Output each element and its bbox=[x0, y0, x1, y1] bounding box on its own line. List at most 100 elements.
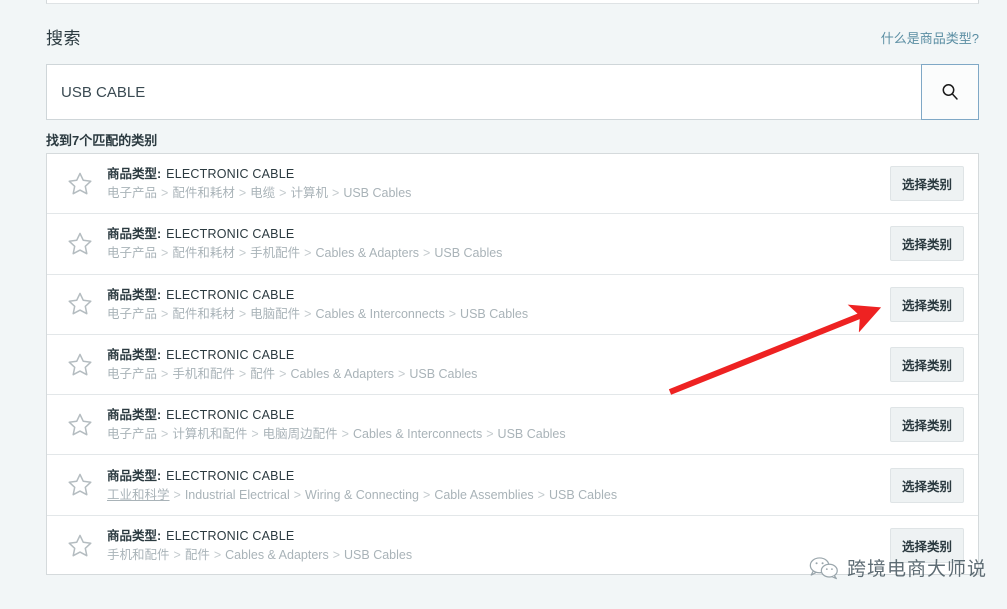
result-row-text: 商品类型: ELECTRONIC CABLE 电子产品 > 计算机和配件 > 电脑周边配件 >… bbox=[107, 407, 890, 442]
breadcrumb-separator: > bbox=[423, 487, 431, 502]
product-type-label: 商品类型: bbox=[107, 408, 162, 423]
product-type-value: ELECTRONIC CABLE bbox=[166, 529, 295, 544]
product-type-label: 商品类型: bbox=[107, 167, 162, 182]
star-outline-icon[interactable] bbox=[65, 531, 95, 561]
select-category-button[interactable]: 选择类别 bbox=[889, 226, 964, 262]
breadcrumb: 电子产品 > 配件和耗材 > 电缆 > 计算机 > USB Cables bbox=[107, 185, 890, 201]
breadcrumb: 手机和配件 > 配件 > Cables & Adapters > USB Cables bbox=[107, 547, 890, 563]
breadcrumb-separator: > bbox=[213, 548, 222, 563]
breadcrumb-item: USB Cables bbox=[548, 487, 618, 502]
breadcrumb-separator: > bbox=[161, 246, 169, 261]
breadcrumb-item: USB Cables bbox=[343, 186, 412, 201]
result-row[interactable]: 商品类型: ELECTRONIC CABLE 电子产品 > 配件和耗材 > 电缆 > 计算机 > U… bbox=[47, 154, 978, 215]
breadcrumb-separator: > bbox=[537, 487, 545, 502]
breadcrumb-separator: > bbox=[251, 427, 259, 442]
results-panel: 商品类型: ELECTRONIC CABLE 电子产品 > 配件和耗材 > 电缆 > 计算机 > U… bbox=[46, 153, 979, 575]
page-root: 搜索 什么是商品类型? 找到7个匹配的类别 商品类型: ELECTRONIC CA… bbox=[0, 0, 1007, 609]
breadcrumb-item: 电子产品 bbox=[107, 427, 158, 442]
star-outline-icon[interactable] bbox=[65, 229, 95, 259]
product-type-label: 商品类型: bbox=[107, 348, 162, 363]
select-category-button[interactable]: 选择类别 bbox=[889, 166, 964, 202]
breadcrumb-item: USB Cables bbox=[460, 306, 529, 321]
star-outline-icon[interactable] bbox=[65, 350, 95, 380]
breadcrumb-separator: > bbox=[332, 186, 340, 201]
breadcrumb-item: 手机和配件 bbox=[172, 367, 235, 382]
select-category-button[interactable]: 选择类别 bbox=[889, 347, 964, 383]
star-outline-icon[interactable] bbox=[65, 289, 95, 319]
breadcrumb-item: Wiring & Connecting bbox=[305, 487, 419, 502]
breadcrumb-item: 配件 bbox=[250, 367, 276, 382]
breadcrumb-item: 电缆 bbox=[250, 186, 276, 201]
star-outline-icon[interactable] bbox=[65, 470, 95, 500]
what-is-product-type-link[interactable]: 什么是商品类型? bbox=[881, 28, 979, 47]
search-bar bbox=[46, 64, 979, 120]
breadcrumb-separator: > bbox=[173, 487, 181, 502]
select-category-button[interactable]: 选择类别 bbox=[889, 286, 964, 322]
select-category-button[interactable]: 选择类别 bbox=[889, 467, 964, 503]
result-row[interactable]: 商品类型: ELECTRONIC CABLE 电子产品 > 手机和配件 > 配件 > Cable… bbox=[47, 335, 978, 396]
star-outline-icon[interactable] bbox=[65, 169, 95, 199]
product-type-label: 商品类型: bbox=[107, 468, 162, 483]
select-category-button[interactable]: 选择类别 bbox=[889, 407, 964, 443]
product-type-line: 商品类型: ELECTRONIC CABLE bbox=[107, 226, 890, 243]
product-type-value: ELECTRONIC CABLE bbox=[166, 348, 295, 363]
product-type-line: 商品类型: ELECTRONIC CABLE bbox=[107, 287, 890, 304]
breadcrumb-item: 配件和耗材 bbox=[172, 186, 235, 201]
search-button[interactable] bbox=[921, 64, 979, 120]
breadcrumb-separator: > bbox=[238, 186, 247, 201]
breadcrumb-item: 配件 bbox=[184, 548, 210, 563]
breadcrumb-separator: > bbox=[161, 427, 169, 442]
page-title: 搜索 bbox=[46, 29, 81, 48]
product-type-line: 商品类型: ELECTRONIC CABLE bbox=[107, 347, 890, 364]
product-type-line: 商品类型: ELECTRONIC CABLE bbox=[107, 407, 890, 424]
breadcrumb-separator: > bbox=[279, 367, 287, 382]
breadcrumb-item: USB Cables bbox=[497, 427, 566, 442]
panel-top-edge bbox=[46, 0, 979, 4]
product-type-line: 商品类型: ELECTRONIC CABLE bbox=[107, 528, 890, 545]
result-row[interactable]: 商品类型: ELECTRONIC CABLE 手机和配件 > 配件 > Cables & A… bbox=[47, 516, 978, 574]
breadcrumb-item: Cables & Adapters bbox=[290, 367, 395, 382]
breadcrumb-separator: > bbox=[161, 306, 169, 321]
product-type-line: 商品类型: ELECTRONIC CABLE bbox=[107, 166, 890, 183]
breadcrumb-item: 配件和耗材 bbox=[172, 246, 235, 261]
result-row-text: 商品类型: ELECTRONIC CABLE 手机和配件 > 配件 > Cables & A… bbox=[107, 528, 890, 563]
product-type-label: 商品类型: bbox=[107, 529, 162, 544]
breadcrumb-separator: > bbox=[332, 548, 341, 563]
product-type-label: 商品类型: bbox=[107, 287, 162, 302]
product-type-value: ELECTRONIC CABLE bbox=[166, 408, 295, 423]
breadcrumb-item: 手机和配件 bbox=[107, 548, 170, 563]
breadcrumb-separator: > bbox=[161, 367, 169, 382]
breadcrumb-separator: > bbox=[173, 548, 181, 563]
breadcrumb-separator: > bbox=[398, 367, 406, 382]
result-row-text: 商品类型: ELECTRONIC CABLE 工业和科学 > Industrial El… bbox=[107, 468, 890, 503]
breadcrumb-item: 配件和耗材 bbox=[172, 306, 235, 321]
breadcrumb-separator: > bbox=[293, 487, 302, 502]
breadcrumb-separator: > bbox=[279, 186, 287, 201]
breadcrumb-separator: > bbox=[161, 186, 169, 201]
breadcrumb-item: 电子产品 bbox=[107, 246, 158, 261]
breadcrumb-item: 电子产品 bbox=[107, 186, 158, 201]
breadcrumb-item: Cable Assemblies bbox=[434, 487, 534, 502]
breadcrumb-item[interactable]: 工业和科学 bbox=[107, 488, 170, 502]
breadcrumb: 电子产品 > 计算机和配件 > 电脑周边配件 > Cables & Interconnect… bbox=[107, 426, 890, 442]
product-type-line: 商品类型: ELECTRONIC CABLE bbox=[107, 468, 890, 485]
breadcrumb-item: 电脑周边配件 bbox=[262, 427, 338, 442]
result-row[interactable]: 商品类型: ELECTRONIC CABLE 工业和科学 > Industrial El… bbox=[47, 455, 978, 516]
result-row-text: 商品类型: ELECTRONIC CABLE 电子产品 > 配件和耗材 > 电缆 > 计算机 > U… bbox=[107, 166, 890, 201]
breadcrumb-item: 手机配件 bbox=[250, 246, 301, 261]
star-outline-icon[interactable] bbox=[65, 410, 95, 440]
breadcrumb-item: USB Cables bbox=[344, 548, 413, 563]
select-category-button[interactable]: 选择类别 bbox=[889, 528, 964, 564]
result-row[interactable]: 商品类型: ELECTRONIC CABLE 电子产品 > 配件和耗材 > 电脑配件 > Cab… bbox=[47, 275, 978, 335]
product-type-label: 商品类型: bbox=[107, 227, 162, 242]
result-row[interactable]: 商品类型: ELECTRONIC CABLE 电子产品 > 配件和耗材 > 手机配件 > Cab… bbox=[47, 214, 978, 275]
results-count: 找到7个匹配的类别 bbox=[46, 133, 158, 148]
result-row-text: 商品类型: ELECTRONIC CABLE 电子产品 > 配件和耗材 > 电脑配件 > Cab… bbox=[107, 287, 890, 322]
search-input[interactable] bbox=[46, 64, 921, 120]
breadcrumb-item: 计算机和配件 bbox=[172, 427, 248, 442]
breadcrumb-separator: > bbox=[238, 367, 247, 382]
breadcrumb-item: 电子产品 bbox=[107, 367, 158, 382]
page-header: 搜索 什么是商品类型? bbox=[46, 24, 979, 50]
breadcrumb-separator: > bbox=[304, 306, 312, 321]
result-row[interactable]: 商品类型: ELECTRONIC CABLE 电子产品 > 计算机和配件 > 电脑周边配件 >… bbox=[47, 395, 978, 456]
